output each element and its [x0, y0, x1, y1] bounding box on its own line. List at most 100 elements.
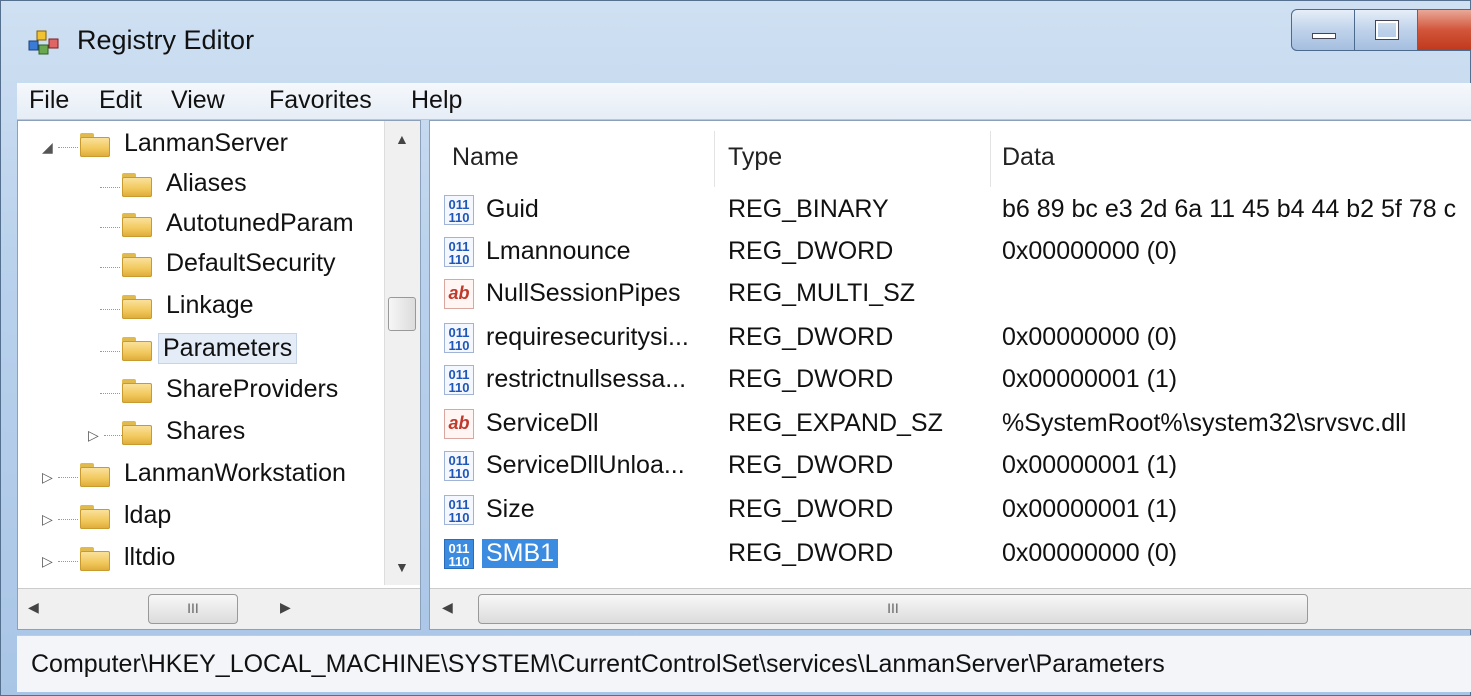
value-data: b6 89 bc e3 2d 6a 11 45 b4 44 b2 5f 78 c — [1002, 195, 1457, 223]
value-type: REG_DWORD — [728, 323, 894, 351]
binary-value-icon: 011 110 — [444, 539, 474, 569]
list-horizontal-scrollbar[interactable]: ◀ III — [430, 588, 1471, 629]
value-name: Size — [486, 495, 535, 523]
value-data: 0x00000001 (1) — [1002, 451, 1178, 479]
value-data: 0x00000001 (1) — [1002, 495, 1178, 523]
value-row[interactable]: ab ServiceDll REG_EXPAND_SZ %SystemRoot%… — [430, 405, 1471, 445]
tree-item-lltdio[interactable]: ▷ lltdio — [18, 541, 388, 581]
value-name: requiresecuritysi... — [486, 323, 689, 351]
tree-item-defaultsecurity[interactable]: DefaultSecurity — [18, 247, 388, 287]
tree-item-label: Parameters — [158, 333, 298, 364]
value-data: 0x00000001 (1) — [1002, 365, 1178, 393]
value-type: REG_EXPAND_SZ — [728, 409, 943, 437]
scroll-left-arrow-icon[interactable]: ◀ — [28, 599, 39, 616]
column-header-type[interactable]: Type — [728, 143, 782, 172]
value-name: Lmannounce — [486, 237, 631, 265]
tree-item-label: LanmanWorkstation — [124, 459, 346, 487]
binary-value-icon: 011 110 — [444, 237, 474, 267]
scroll-thumb[interactable] — [388, 297, 416, 331]
value-name: NullSessionPipes — [486, 279, 681, 307]
folder-icon — [122, 253, 152, 277]
tree-vertical-scrollbar[interactable]: ▲ ▼ — [384, 121, 420, 585]
tree-connector — [100, 267, 120, 268]
menu-help[interactable]: Help — [409, 86, 464, 115]
tree-connector — [58, 147, 78, 148]
collapsed-arrow-icon[interactable]: ▷ — [42, 553, 53, 570]
collapsed-arrow-icon[interactable]: ▷ — [88, 427, 99, 444]
folder-icon — [122, 295, 152, 319]
value-data: 0x00000000 (0) — [1002, 237, 1178, 265]
column-separator[interactable] — [714, 131, 715, 187]
tree-connector — [58, 519, 78, 520]
folder-icon — [122, 173, 152, 197]
string-value-icon: ab — [444, 279, 474, 309]
tree-connector — [58, 477, 78, 478]
menu-file[interactable]: File — [27, 86, 71, 115]
tree-item-linkage[interactable]: Linkage — [18, 289, 388, 329]
value-name: SMB1 — [482, 539, 559, 568]
value-row[interactable]: 011 110 requiresecuritysi... REG_DWORD 0x… — [430, 319, 1471, 359]
menu-edit[interactable]: Edit — [97, 86, 144, 115]
tree-item-label: Shares — [166, 417, 246, 445]
scroll-up-arrow-icon[interactable]: ▲ — [395, 131, 409, 147]
value-type: REG_DWORD — [728, 451, 894, 479]
tree-item-ldap[interactable]: ▷ ldap — [18, 499, 388, 539]
status-bar: Computer\HKEY_LOCAL_MACHINE\SYSTEM\Curre… — [17, 635, 1471, 692]
collapsed-arrow-icon[interactable]: ▷ — [42, 511, 53, 528]
menu-view[interactable]: View — [169, 86, 227, 115]
maximize-button[interactable] — [1354, 9, 1418, 51]
expanded-arrow-icon[interactable]: ◢ — [42, 139, 53, 156]
minimize-button[interactable] — [1291, 9, 1355, 51]
scroll-left-arrow-icon[interactable]: ◀ — [442, 599, 453, 616]
scroll-down-arrow-icon[interactable]: ▼ — [395, 559, 409, 575]
value-type: REG_MULTI_SZ — [728, 279, 916, 307]
tree-item-shares[interactable]: ▷ Shares — [18, 415, 388, 455]
tree-horizontal-scrollbar[interactable]: ◀ III ▶ — [18, 588, 420, 629]
binary-value-icon: 011 110 — [444, 323, 474, 353]
value-row-selected[interactable]: 011 110 SMB1 REG_DWORD 0x00000000 (0) — [430, 535, 1471, 575]
folder-icon — [80, 505, 110, 529]
value-row[interactable]: 011 110 Guid REG_BINARY b6 89 bc e3 2d 6a… — [430, 191, 1471, 231]
column-header-name[interactable]: Name — [452, 143, 519, 172]
collapsed-arrow-icon[interactable]: ▷ — [42, 469, 53, 486]
scroll-right-arrow-icon[interactable]: ▶ — [280, 599, 291, 616]
tree-item-label: lltdio — [124, 543, 176, 571]
menu-favorites[interactable]: Favorites — [267, 86, 374, 115]
value-data: 0x00000000 (0) — [1002, 539, 1178, 567]
tree-item-shareproviders[interactable]: ShareProviders — [18, 373, 388, 413]
value-row[interactable]: 011 110 Lmannounce REG_DWORD 0x00000000 (… — [430, 233, 1471, 273]
tree-item-lanmanserver[interactable]: ◢ LanmanServer — [18, 127, 388, 167]
column-header-data[interactable]: Data — [1002, 143, 1055, 172]
tree-item-aliases[interactable]: Aliases — [18, 167, 388, 207]
value-name: ServiceDllUnloa... — [486, 451, 685, 479]
value-row[interactable]: 011 110 Size REG_DWORD 0x00000001 (1) — [430, 491, 1471, 531]
values-list-pane[interactable]: Name Type Data 011 110 Guid REG_BINARY b6… — [429, 120, 1471, 630]
scroll-thumb[interactable]: III — [148, 594, 238, 624]
column-separator[interactable] — [990, 131, 991, 187]
folder-icon — [122, 337, 152, 361]
folder-icon — [80, 547, 110, 571]
tree-connector — [100, 309, 120, 310]
minimize-icon — [1312, 33, 1336, 39]
registry-editor-window: Registry Editor File Edit View Favorites… — [0, 0, 1471, 696]
maximize-icon — [1375, 20, 1399, 40]
tree-item-label: ShareProviders — [166, 375, 339, 403]
folder-icon — [122, 421, 152, 445]
tree-connector — [100, 227, 120, 228]
value-data: 0x00000000 (0) — [1002, 323, 1178, 351]
tree-item-lanmanworkstation[interactable]: ▷ LanmanWorkstation — [18, 457, 388, 497]
folder-icon — [80, 463, 110, 487]
tree-item-parameters[interactable]: Parameters — [18, 331, 388, 371]
tree-item-autotunedparam[interactable]: AutotunedParam — [18, 207, 388, 247]
value-row[interactable]: 011 110 restrictnullsessa... REG_DWORD 0x… — [430, 361, 1471, 401]
key-tree-pane[interactable]: ◢ LanmanServer Aliases AutotunedParam De… — [17, 120, 421, 630]
value-row[interactable]: ab NullSessionPipes REG_MULTI_SZ — [430, 275, 1471, 315]
string-value-icon: ab — [444, 409, 474, 439]
value-row[interactable]: 011 110 ServiceDllUnloa... REG_DWORD 0x00… — [430, 447, 1471, 487]
tree-item-label: Aliases — [166, 169, 247, 197]
folder-icon — [122, 379, 152, 403]
close-button[interactable] — [1417, 9, 1471, 51]
tree-item-label: ldap — [124, 501, 172, 529]
title-bar[interactable]: Registry Editor — [1, 1, 1471, 83]
scroll-thumb[interactable]: III — [478, 594, 1308, 624]
